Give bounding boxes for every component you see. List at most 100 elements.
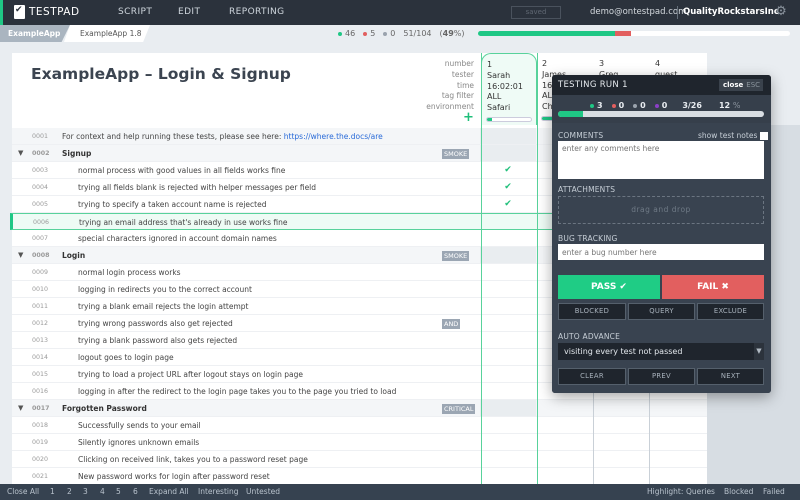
run-meta-labels: number tester time tag filter environmen…	[400, 59, 474, 113]
run-1-result-cell[interactable]	[480, 400, 536, 416]
next-button[interactable]: NEXT	[697, 368, 764, 385]
run-1-result-cell[interactable]	[480, 145, 536, 161]
row-number: 0017	[32, 405, 50, 412]
attachments-dropzone[interactable]: drag and drop	[558, 196, 764, 224]
row-number: 0006	[33, 219, 50, 226]
row-number: 0011	[32, 303, 49, 310]
collapse-triangle-icon[interactable]: ▼	[18, 247, 23, 264]
row-number: 0013	[32, 337, 49, 344]
run-1-result-cell[interactable]	[480, 468, 536, 484]
label-time: time	[457, 80, 474, 90]
interesting-filter[interactable]: Interesting	[198, 484, 239, 500]
other-count: 0	[383, 29, 395, 38]
run-progress-bar	[558, 111, 764, 117]
level-5-button[interactable]: 5	[116, 484, 121, 500]
untested-filter[interactable]: Untested	[246, 484, 280, 500]
row-number: 0019	[32, 439, 49, 446]
test-row[interactable]: 0019 Silently ignores unknown emails	[12, 434, 707, 451]
run-1-result-cell[interactable]: ✔	[480, 162, 536, 178]
row-text: special characters ignored in account do…	[78, 234, 277, 243]
run-1-result-cell[interactable]	[480, 281, 536, 297]
collapse-triangle-icon[interactable]: ▼	[18, 145, 23, 162]
clear-button[interactable]: CLEAR	[558, 368, 626, 385]
other-dot-icon	[383, 31, 388, 36]
run-1-result-cell[interactable]	[481, 214, 537, 229]
nav-reporting[interactable]: REPORTING	[229, 7, 285, 17]
breadcrumb-project[interactable]: ExampleApp	[0, 25, 70, 42]
close-button[interactable]: close ESC	[719, 79, 763, 91]
gear-icon[interactable]: ⚙	[774, 5, 788, 19]
top-nav-bar: TESTPAD SCRIPT EDIT REPORTING saved demo…	[0, 0, 800, 25]
run-1-result-cell[interactable]	[480, 366, 536, 382]
level-4-button[interactable]: 4	[100, 484, 105, 500]
row-number: 0003	[32, 167, 49, 174]
run-1-result-cell[interactable]	[480, 247, 536, 263]
run-1-result-cell[interactable]	[480, 264, 536, 280]
test-row[interactable]: 0020 Clicking on received link, takes you…	[12, 451, 707, 468]
run-1-result-cell[interactable]	[480, 298, 536, 314]
nav-script[interactable]: SCRIPT	[118, 7, 152, 17]
highlight-queries[interactable]: Queries	[686, 484, 715, 500]
collapse-triangle-icon[interactable]: ▼	[18, 400, 23, 417]
exclude-button[interactable]: EXCLUDE	[697, 303, 764, 320]
auto-advance-select[interactable]: visiting every test not passed ▼	[558, 343, 764, 360]
comments-input[interactable]	[558, 141, 764, 179]
close-all-button[interactable]: Close All	[7, 484, 39, 500]
test-row[interactable]: 0021 New password works for login after p…	[12, 468, 707, 485]
run-1-result-cell[interactable]	[480, 332, 536, 348]
test-row[interactable]: 0018 Successfully sends to your email	[12, 417, 707, 434]
run-number: 4	[655, 59, 661, 68]
run-1-result-cell[interactable]	[480, 315, 536, 331]
pass-button[interactable]: PASS ✔	[558, 275, 660, 299]
breadcrumb-folder[interactable]: ExampleApp 1.8	[64, 25, 150, 42]
add-run-plus-icon[interactable]: +	[463, 111, 474, 124]
run-1-result-cell[interactable]	[480, 383, 536, 399]
run-column-1[interactable]: 1 Sarah 16:02:01 ALL Safari	[481, 53, 537, 125]
level-3-button[interactable]: 3	[83, 484, 88, 500]
run-1-result-cell[interactable]: ✔	[480, 196, 536, 212]
show-test-notes-toggle[interactable]: show test notes	[698, 131, 769, 140]
highlight-failed[interactable]: Failed	[763, 484, 785, 500]
bug-number-input[interactable]	[558, 244, 764, 260]
run-stats: 3 0 0 0 3/26 12 %	[590, 101, 740, 110]
fail-button[interactable]: FAIL ✖	[662, 275, 764, 299]
auto-advance-label: AUTO ADVANCE	[558, 332, 621, 341]
level-2-button[interactable]: 2	[67, 484, 72, 500]
run-1-result-cell[interactable]	[480, 128, 536, 144]
tag-badge: SMOKE	[442, 149, 470, 159]
fail-dot-icon	[363, 31, 368, 36]
prev-button[interactable]: PREV	[628, 368, 695, 385]
progress-fail-segment	[615, 31, 631, 36]
level-6-button[interactable]: 6	[133, 484, 138, 500]
highlight-blocked[interactable]: Blocked	[724, 484, 753, 500]
row-number: 0008	[32, 252, 50, 259]
run-percent: 12 %	[718, 101, 741, 110]
run-1-result-cell[interactable]: ✔	[480, 179, 536, 195]
query-button[interactable]: QUERY	[628, 303, 695, 320]
row-text: trying wrong passwords also get rejected	[78, 319, 233, 328]
show-test-notes-checkbox[interactable]	[760, 131, 769, 140]
level-1-button[interactable]: 1	[50, 484, 55, 500]
run-1-result-cell[interactable]	[480, 349, 536, 365]
tag-badge: SMOKE	[442, 251, 470, 261]
run-1-result-cell[interactable]	[480, 230, 536, 246]
overall-progress-bar	[478, 31, 790, 36]
saved-button[interactable]: saved	[511, 6, 561, 19]
tag-badge: AND	[442, 319, 461, 329]
section-row[interactable]: ▼ 0017 Forgotten Password CRITICAL	[12, 400, 707, 417]
testpad-logo[interactable]: TESTPAD	[14, 5, 80, 19]
run-1-result-cell[interactable]	[480, 451, 536, 467]
row-text: normal login process works	[78, 268, 181, 277]
blocked-button[interactable]: BLOCKED	[558, 303, 626, 320]
row-number: 0010	[32, 286, 49, 293]
run-1-result-cell[interactable]	[480, 417, 536, 433]
pass-check-icon: ✔	[504, 165, 512, 175]
user-email[interactable]: demo@ontestpad.com	[590, 7, 686, 17]
docs-link[interactable]: https://where.the.docs/are	[284, 132, 383, 141]
expand-all-button[interactable]: Expand All	[149, 484, 189, 500]
run-1-result-cell[interactable]	[480, 434, 536, 450]
comments-label: COMMENTS	[558, 131, 604, 140]
nav-edit[interactable]: EDIT	[178, 7, 200, 17]
org-name[interactable]: QualityRockstarsInc	[683, 7, 779, 17]
row-number: 0007	[32, 235, 49, 242]
